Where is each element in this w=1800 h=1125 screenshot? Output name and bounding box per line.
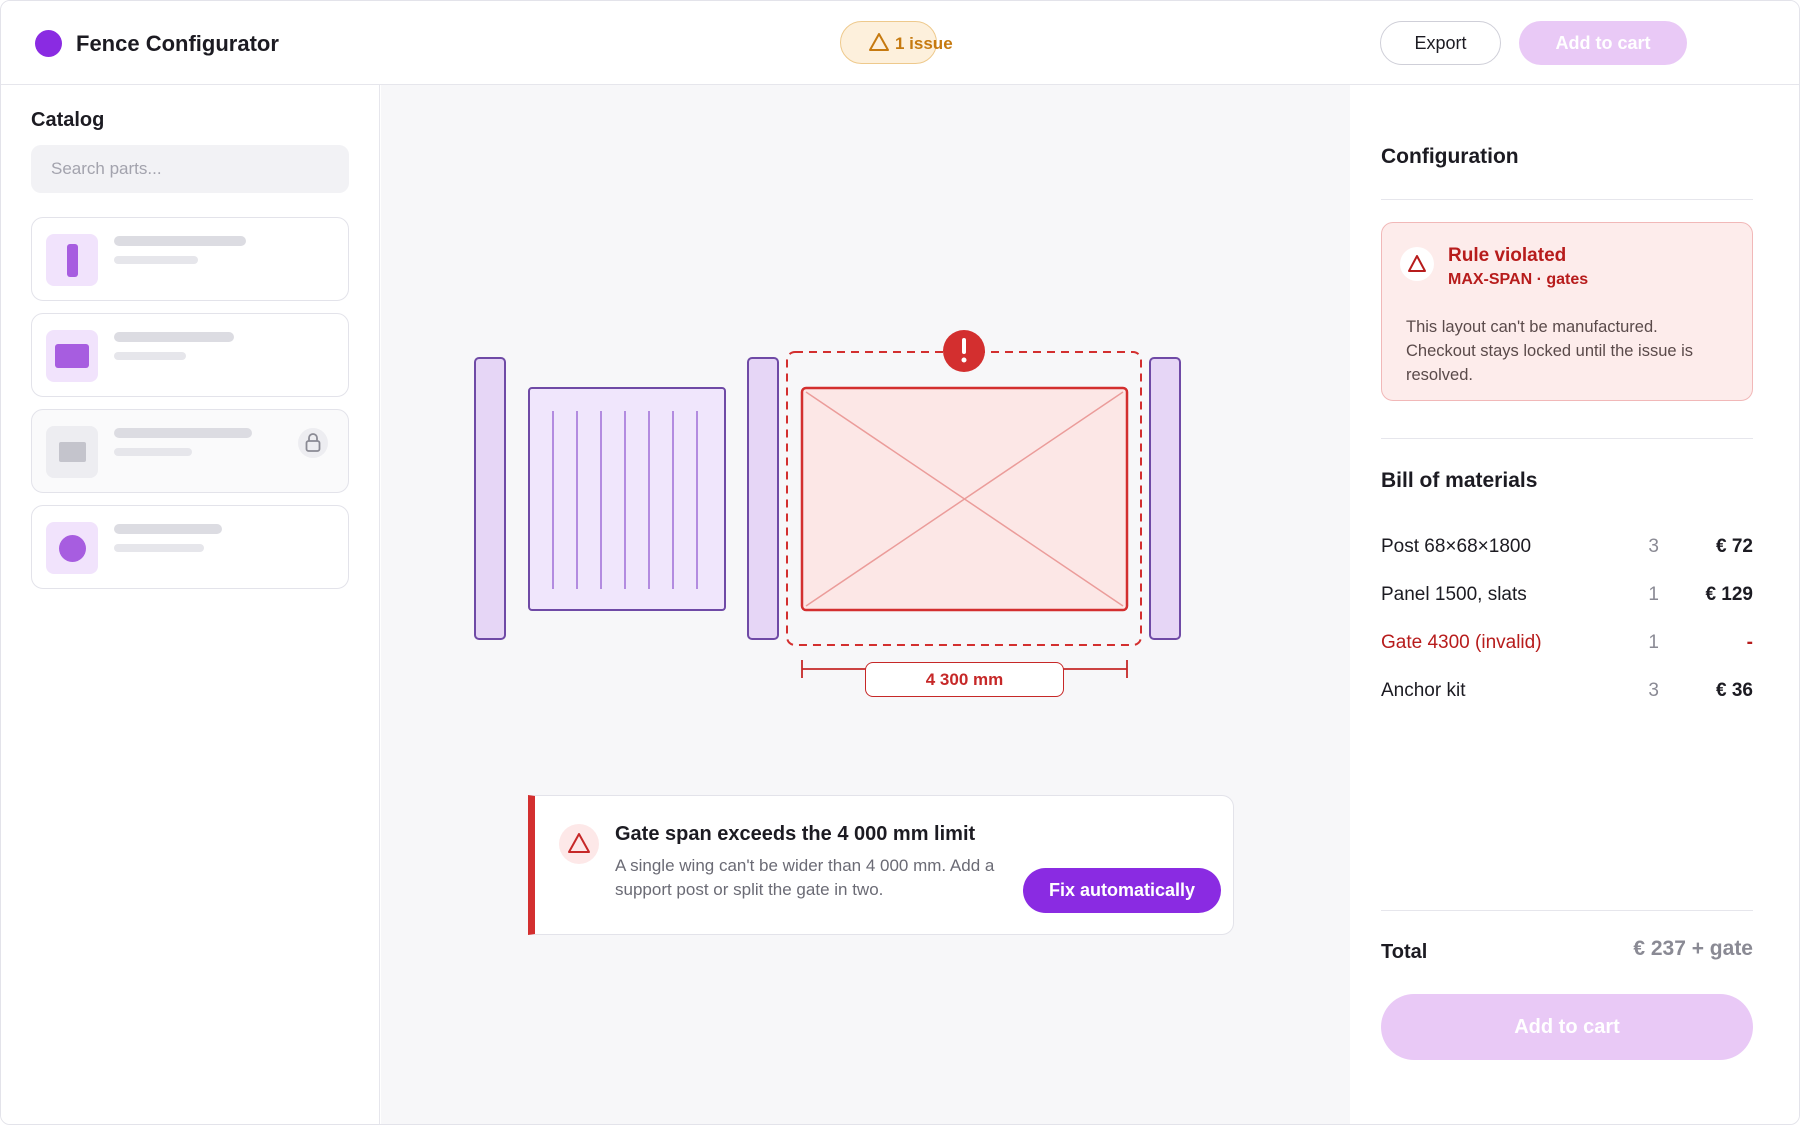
- catalog-item-round[interactable]: [31, 505, 349, 589]
- design-canvas[interactable]: 4 300 mm Gate span exceeds the 4 000 mm …: [381, 85, 1350, 1124]
- item-meta-placeholder: [114, 256, 198, 264]
- issue-badge[interactable]: 1 issue: [840, 21, 953, 64]
- catalog-item-panel[interactable]: [31, 313, 349, 397]
- fence-post: [474, 357, 506, 640]
- divider: [1381, 910, 1753, 911]
- fence-post: [747, 357, 779, 640]
- app-title: Fence Configurator: [76, 31, 279, 56]
- add-to-cart-button[interactable]: Add to cart: [1519, 21, 1687, 65]
- item-name-placeholder: [114, 428, 252, 438]
- panel-icon: [46, 330, 98, 382]
- bom-item-qty: 1: [1648, 584, 1659, 605]
- item-meta-placeholder: [114, 544, 204, 552]
- bom-item-price: € 36: [1716, 680, 1753, 701]
- lock-icon: [298, 428, 328, 458]
- bom-item-qty: 3: [1648, 680, 1659, 701]
- item-name-placeholder: [114, 524, 222, 534]
- app-window: Fence Configurator 1 issue Export Add to…: [0, 0, 1800, 1125]
- add-to-cart-button-primary[interactable]: Add to cart: [1381, 994, 1753, 1060]
- rule-violation-box: Rule violated MAX-SPAN · gates This layo…: [1381, 222, 1753, 401]
- item-name-placeholder: [114, 332, 234, 342]
- bom-item-price: € 72: [1716, 536, 1753, 557]
- bom-item-qty: 3: [1648, 536, 1659, 557]
- fence-panel: [528, 387, 726, 611]
- fix-automatically-button[interactable]: Fix automatically: [1023, 868, 1221, 913]
- bom-item-name: Gate 4300 (invalid): [1381, 632, 1542, 653]
- catalog-title: Catalog: [31, 109, 105, 131]
- bom-row: Panel 1500, slats 1 € 129: [1381, 580, 1753, 610]
- top-bar: Fence Configurator 1 issue Export Add to…: [1, 1, 1799, 85]
- bom-item-price: -: [1746, 632, 1753, 653]
- configuration-panel: Configuration Rule violated MAX-SPAN · g…: [1351, 85, 1799, 1124]
- fence-post: [1149, 357, 1181, 640]
- bom-item-price: € 129: [1705, 584, 1753, 605]
- bom-item-name: Post 68×68×1800: [1381, 536, 1532, 557]
- search-input[interactable]: [31, 145, 349, 193]
- item-meta-placeholder: [114, 448, 192, 456]
- catalog-item-post[interactable]: [31, 217, 349, 301]
- bom-row-invalid: Gate 4300 (invalid) 1 -: [1381, 628, 1753, 658]
- catalog-sidebar: Catalog: [1, 85, 380, 1124]
- divider: [1381, 438, 1753, 439]
- dimension-label: 4 300 mm: [865, 662, 1064, 697]
- error-alert: Gate span exceeds the 4 000 mm limit A s…: [528, 795, 1234, 935]
- rule-code: MAX-SPAN · gates: [1448, 271, 1589, 288]
- issue-count: 1 issue: [895, 34, 953, 53]
- total-label: Total: [1381, 941, 1428, 963]
- configuration-title: Configuration: [1381, 145, 1519, 168]
- panel-icon: [46, 426, 98, 478]
- post-icon: [46, 234, 98, 286]
- rule-description: This layout can't be manufactured. Check…: [1406, 318, 1694, 384]
- warning-icon: [869, 33, 889, 51]
- alert-body: A single wing can't be wider than 4 000 …: [615, 856, 995, 899]
- item-meta-placeholder: [114, 352, 186, 360]
- bom-item-name: Panel 1500, slats: [1381, 584, 1527, 605]
- item-name-placeholder: [114, 236, 246, 246]
- catalog-item-locked[interactable]: [31, 409, 349, 493]
- bom-row: Anchor kit 3 € 36: [1381, 676, 1753, 706]
- bom-item-qty: 1: [1648, 632, 1659, 653]
- divider: [1381, 199, 1753, 200]
- warning-icon: [1400, 247, 1434, 281]
- total-value: € 237 + gate: [1633, 937, 1753, 960]
- logo-icon: [35, 30, 62, 57]
- bom-item-name: Anchor kit: [1381, 680, 1466, 701]
- bom-title: Bill of materials: [1381, 469, 1538, 492]
- circle-icon: [46, 522, 98, 574]
- export-button[interactable]: Export: [1380, 21, 1501, 65]
- error-marker-icon: [943, 330, 985, 372]
- alert-title: Gate span exceeds the 4 000 mm limit: [615, 823, 976, 845]
- bom-row: Post 68×68×1800 3 € 72: [1381, 532, 1753, 562]
- gate-invalid: [800, 386, 1129, 612]
- warning-icon: [559, 824, 599, 864]
- rule-title: Rule violated: [1448, 245, 1567, 266]
